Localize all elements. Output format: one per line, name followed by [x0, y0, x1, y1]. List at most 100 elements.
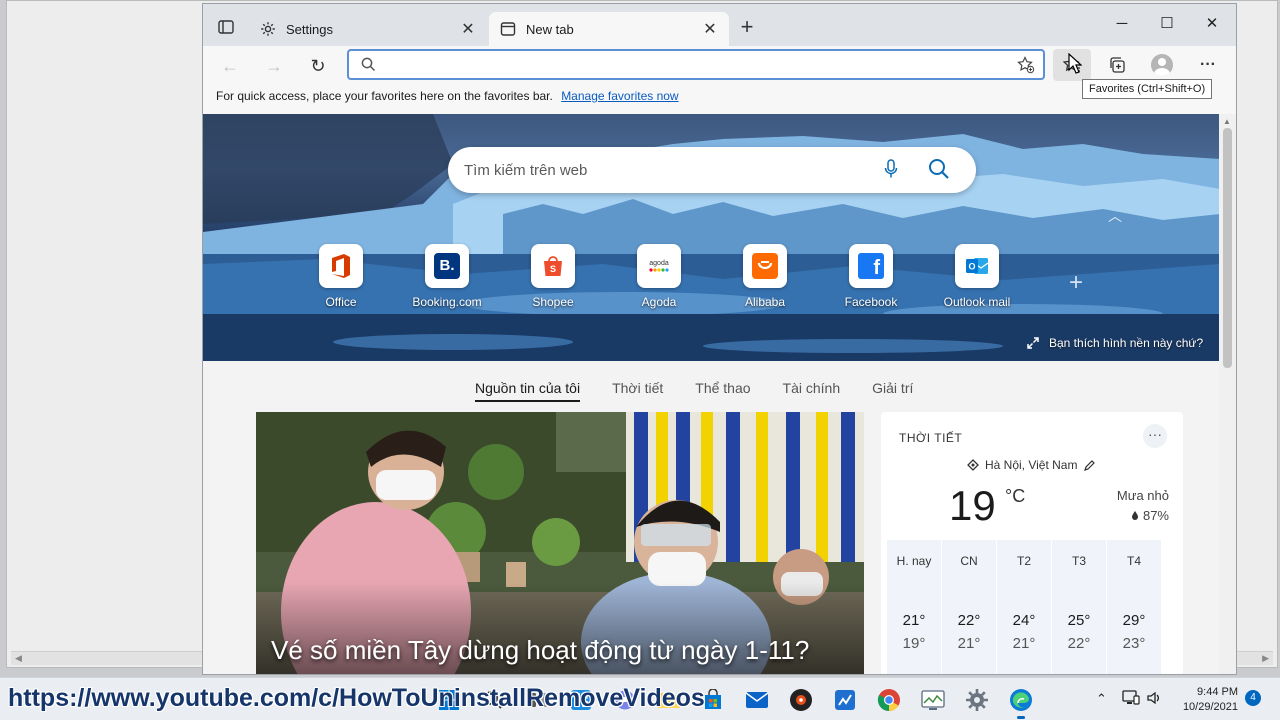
maximize-button[interactable]: ☐: [1145, 12, 1189, 36]
forecast-low: 23°: [1122, 635, 1146, 652]
new-tab-button[interactable]: +: [735, 16, 759, 40]
tile-outlook[interactable]: O Outlook mail: [933, 244, 1021, 309]
mail-button[interactable]: [744, 687, 770, 713]
tile-label: Alibaba: [744, 295, 786, 309]
svg-text:O: O: [968, 262, 975, 272]
back-button[interactable]: ←: [215, 51, 245, 81]
scroll-right-icon[interactable]: ▶: [1262, 653, 1269, 664]
forecast-low: 22°: [1067, 635, 1091, 652]
tab-bar: Settings ✕ New tab ✕ + ─ ☐ ✕: [203, 4, 1236, 46]
tile-shopee[interactable]: S Shopee: [509, 244, 597, 309]
vertical-scrollbar[interactable]: ▲: [1219, 114, 1236, 674]
feed-tab-finance[interactable]: Tài chính: [783, 380, 841, 402]
profile-button[interactable]: [1143, 49, 1181, 81]
scroll-left-icon[interactable]: ◀: [15, 653, 22, 664]
raindrop-icon: [1131, 511, 1138, 520]
favorites-bar-hint: For quick access, place your favorites h…: [216, 89, 553, 103]
tile-alibaba[interactable]: Alibaba: [721, 244, 809, 309]
forecast-day[interactable]: CN 22° 21°: [942, 540, 996, 674]
edge-icon: [1010, 689, 1032, 711]
volume-icon[interactable]: [1146, 690, 1162, 709]
news-feed-tabs: Nguồn tin của tôi Thời tiết Thể thao Tài…: [475, 380, 945, 402]
feed-tab-weather[interactable]: Thời tiết: [612, 380, 663, 402]
tile-label: Agoda: [641, 295, 677, 309]
scrollbar-thumb[interactable]: [1223, 128, 1232, 368]
edge-button[interactable]: [1008, 687, 1034, 719]
tile-booking[interactable]: B. Booking.com: [403, 244, 491, 309]
tab-new-tab[interactable]: New tab ✕: [489, 12, 729, 46]
manage-favorites-link[interactable]: Manage favorites now: [561, 89, 678, 103]
close-window-button[interactable]: ✕: [1190, 12, 1234, 36]
system-clock[interactable]: 9:44 PM 10/29/2021: [1180, 685, 1238, 715]
search-icon: [361, 57, 376, 75]
address-bar[interactable]: [347, 49, 1045, 80]
gear-icon: [259, 20, 277, 38]
forecast-day-label: T2: [1016, 554, 1031, 568]
location-name: Hà Nội, Việt Nam: [985, 458, 1078, 472]
outlook-icon: O: [955, 244, 999, 288]
media-player-button[interactable]: [788, 687, 814, 713]
edit-icon[interactable]: [1083, 459, 1096, 472]
weather-location[interactable]: Hà Nội, Việt Nam: [967, 458, 1096, 472]
alibaba-icon: [743, 244, 787, 288]
network-icon[interactable]: [1122, 690, 1140, 709]
weather-card[interactable]: THỜI TIẾT ··· Hà Nội, Việt Nam 19 °C Mưa…: [881, 412, 1183, 674]
collections-button[interactable]: [1098, 49, 1136, 81]
clock-time: 9:44 PM: [1197, 686, 1238, 698]
forecast-day[interactable]: T4 29° 23°: [1107, 540, 1161, 674]
feed-tab-sports[interactable]: Thể thao: [695, 380, 750, 402]
forecast-high: 21°: [902, 612, 926, 629]
monitor-app-button[interactable]: [920, 687, 946, 713]
tab-actions-button[interactable]: [213, 17, 239, 37]
booking-icon: B.: [425, 244, 469, 288]
forecast-day[interactable]: T3 25° 22°: [1052, 540, 1106, 674]
tile-facebook[interactable]: f Facebook: [827, 244, 915, 309]
web-search-input[interactable]: [464, 160, 864, 180]
location-icon: [967, 459, 979, 471]
add-favorite-icon[interactable]: [1017, 56, 1035, 77]
forward-button[interactable]: →: [259, 51, 289, 81]
address-input[interactable]: [385, 55, 1005, 75]
tab-title: New tab: [526, 21, 574, 37]
tile-label: Booking.com: [412, 295, 482, 309]
humidity-value: 87%: [1142, 508, 1169, 523]
forecast-day[interactable]: T2 24° 21°: [997, 540, 1051, 674]
background-image: ︿ Office B. Booking.com S Shopee: [203, 114, 1220, 361]
close-tab-icon[interactable]: ✕: [459, 19, 477, 39]
forecast-day-label: H. nay: [896, 554, 932, 568]
chrome-button[interactable]: [876, 687, 902, 713]
close-tab-icon[interactable]: ✕: [701, 19, 719, 39]
temperature-unit[interactable]: °C: [1005, 486, 1025, 507]
whiteboard-button[interactable]: [832, 687, 858, 713]
feed-tab-entertainment[interactable]: Giải trí: [872, 380, 913, 402]
background-feedback[interactable]: Bạn thích hình nền này chứ?: [1026, 336, 1203, 350]
settings-app-button[interactable]: [964, 687, 990, 713]
news-card[interactable]: Vé số miền Tây dừng hoạt động từ ngày 1-…: [256, 412, 864, 674]
news-headline[interactable]: Vé số miền Tây dừng hoạt động từ ngày 1-…: [271, 635, 809, 666]
mouse-cursor-icon: [1068, 53, 1082, 74]
facebook-icon: f: [849, 244, 893, 288]
mail-icon: [745, 692, 769, 708]
chevron-up-icon[interactable]: ︿: [1108, 206, 1122, 226]
scroll-up-icon[interactable]: ▲: [1223, 117, 1231, 126]
minimize-button[interactable]: ─: [1100, 12, 1144, 36]
settings-and-more-button[interactable]: ···: [1189, 49, 1227, 81]
tile-agoda[interactable]: agoda Agoda: [615, 244, 703, 309]
expand-icon: [1027, 337, 1039, 349]
agoda-icon: agoda: [637, 244, 681, 288]
web-search-box[interactable]: [448, 147, 976, 193]
notification-badge[interactable]: 4: [1245, 690, 1261, 706]
refresh-button[interactable]: ↻: [303, 51, 333, 81]
clock-date: 10/29/2021: [1182, 701, 1238, 713]
feed-tab-my-feed[interactable]: Nguồn tin của tôi: [475, 380, 581, 402]
chevron-up-icon[interactable]: ⌃: [1096, 691, 1107, 707]
chrome-icon: [877, 689, 900, 711]
weather-more-button[interactable]: ···: [1143, 424, 1167, 448]
gear-icon: [966, 689, 988, 711]
tab-settings[interactable]: Settings ✕: [249, 12, 487, 46]
forecast-day[interactable]: H. nay 21° 19°: [887, 540, 941, 674]
add-site-button[interactable]: +: [1069, 269, 1083, 297]
microphone-icon[interactable]: [884, 159, 898, 182]
tile-office[interactable]: Office: [297, 244, 385, 309]
search-icon[interactable]: [928, 158, 950, 183]
